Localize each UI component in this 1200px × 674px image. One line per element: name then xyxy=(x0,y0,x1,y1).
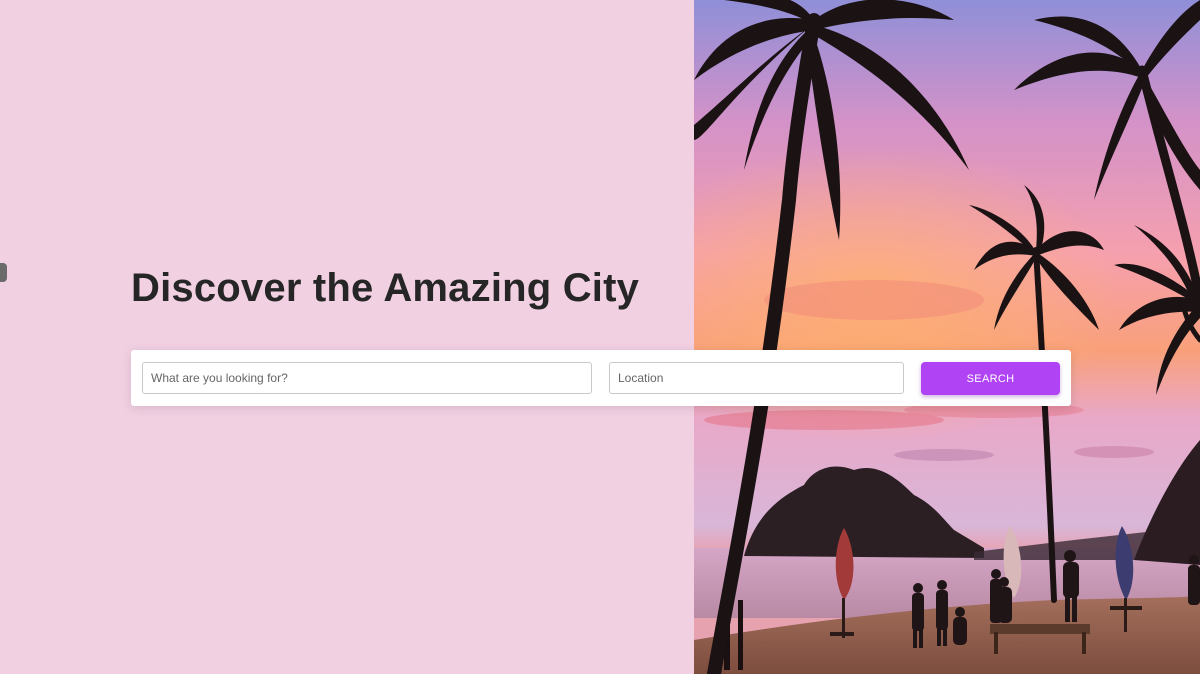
location-input[interactable] xyxy=(609,362,904,394)
page-title: Discover the Amazing City xyxy=(131,266,640,310)
search-bar: SEARCH xyxy=(131,350,1071,406)
search-button[interactable]: SEARCH xyxy=(921,362,1060,395)
side-handle-tab[interactable] xyxy=(0,263,7,282)
beach-sunset-illustration xyxy=(694,0,1200,674)
hero-beach-image xyxy=(694,0,1200,674)
left-pink-panel xyxy=(0,0,694,674)
keyword-search-input[interactable] xyxy=(142,362,592,394)
